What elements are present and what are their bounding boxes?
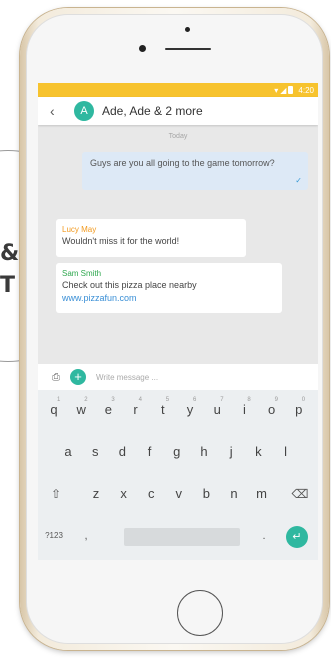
- keyboard-row-3: ⇧ ⌫ zxcvbnm: [38, 478, 318, 510]
- incoming-message[interactable]: Sam Smith Check out this pizza place nea…: [56, 263, 282, 313]
- key-z[interactable]: z: [84, 478, 108, 510]
- key-u[interactable]: u: [205, 394, 229, 426]
- key-g[interactable]: g: [165, 436, 189, 468]
- sender-name: Sam Smith: [62, 269, 102, 278]
- wifi-icon: ▾: [274, 85, 279, 95]
- status-time: 4:20: [298, 85, 314, 95]
- message-list: Today Guys are you all going to the game…: [38, 125, 318, 364]
- key-l[interactable]: l: [274, 436, 298, 468]
- conversation-header: ‹ A Ade, Ade & 2 more: [38, 97, 318, 125]
- message-text: Guys are you all going to the game tomor…: [90, 158, 275, 168]
- keyboard: q1 w2 e3 r4 t5 y6 u7 i8 o9 p0 asdfghjkl ⇧ ⌫ zxcvb…: [38, 390, 318, 560]
- key-hint-7: 7: [220, 397, 224, 403]
- key-k[interactable]: k: [246, 436, 270, 468]
- key-hint-5: 5: [165, 397, 170, 403]
- compose-bar: ⎙ + Write message ...: [38, 364, 318, 390]
- background-letter-ampersand: &: [0, 241, 20, 266]
- group-avatar[interactable]: A: [74, 101, 94, 121]
- key-hint-8: 8: [247, 397, 251, 403]
- keyboard-row-2: asdfghjkl: [38, 436, 318, 468]
- key-hint-0: 0: [301, 397, 306, 403]
- key-a[interactable]: a: [56, 436, 80, 468]
- message-text: Wouldn't miss it for the world!: [62, 236, 180, 246]
- date-divider: Today: [168, 133, 188, 140]
- status-icons: ▾ ◢ 4:20: [274, 85, 314, 95]
- message-link[interactable]: www.pizzafun.com: [62, 292, 276, 305]
- key-hint-6: 6: [193, 397, 197, 403]
- home-button[interactable]: [177, 590, 223, 636]
- attach-icon[interactable]: ⎙: [52, 372, 64, 383]
- message-text: Check out this pizza place nearby: [62, 280, 197, 290]
- keyboard-row-4: ?123 , . ↵: [38, 520, 318, 552]
- key-e[interactable]: e: [96, 394, 120, 426]
- signal-icon: ◢: [280, 85, 287, 95]
- conversation-title[interactable]: Ade, Ade & 2 more: [102, 104, 203, 118]
- proximity-sensor: [185, 27, 190, 32]
- key-j[interactable]: j: [219, 436, 243, 468]
- key-m[interactable]: m: [250, 478, 274, 510]
- key-p[interactable]: p: [287, 394, 311, 426]
- sender-name: Lucy May: [62, 225, 97, 234]
- outgoing-message[interactable]: Guys are you all going to the game tomor…: [82, 152, 308, 190]
- check-icon: ✓: [295, 176, 302, 185]
- key-o[interactable]: o: [260, 394, 284, 426]
- earpiece-speaker: [165, 48, 211, 50]
- key-hint-2: 2: [84, 397, 88, 403]
- key-d[interactable]: d: [110, 436, 134, 468]
- shift-icon[interactable]: ⇧: [44, 478, 68, 510]
- enter-icon[interactable]: ↵: [286, 526, 308, 548]
- key-f[interactable]: f: [138, 436, 162, 468]
- key-hint-9: 9: [274, 397, 278, 403]
- key-c[interactable]: c: [139, 478, 163, 510]
- keyboard-row-1: q1 w2 e3 r4 t5 y6 u7 i8 o9 p0: [38, 394, 318, 426]
- front-camera: [139, 45, 146, 52]
- key-hint-4: 4: [138, 397, 142, 403]
- key-r[interactable]: r: [124, 394, 148, 426]
- key-hint-3: 3: [111, 397, 115, 403]
- key-t[interactable]: t: [151, 394, 175, 426]
- phone-screen: ▾ ◢ 4:20 ‹ A Ade, Ade & 2 more Today Guy…: [38, 83, 318, 560]
- key-x[interactable]: x: [112, 478, 136, 510]
- message-input[interactable]: Write message ...: [96, 373, 158, 382]
- space-bar[interactable]: [124, 528, 240, 546]
- period-key[interactable]: .: [252, 520, 276, 552]
- key-hint-1: 1: [57, 397, 61, 403]
- background-letters: & T: [0, 238, 20, 302]
- key-b[interactable]: b: [194, 478, 218, 510]
- comma-key[interactable]: ,: [74, 520, 98, 552]
- key-v[interactable]: v: [167, 478, 191, 510]
- key-n[interactable]: n: [222, 478, 246, 510]
- key-q[interactable]: q: [42, 394, 66, 426]
- symbols-key[interactable]: ?123: [42, 520, 66, 552]
- stage: & T ▾ ◢ 4:20 ‹ A Ade, Ade & 2 more Today…: [0, 0, 331, 658]
- status-bar: ▾ ◢ 4:20: [38, 83, 318, 97]
- add-icon[interactable]: +: [70, 369, 86, 385]
- key-h[interactable]: h: [192, 436, 216, 468]
- battery-icon: [288, 86, 294, 94]
- incoming-message[interactable]: Lucy May Wouldn't miss it for the world!: [56, 219, 246, 257]
- background-letter-t: T: [0, 273, 16, 298]
- key-w[interactable]: w: [69, 394, 93, 426]
- key-y[interactable]: y: [178, 394, 202, 426]
- key-s[interactable]: s: [83, 436, 107, 468]
- backspace-icon[interactable]: ⌫: [288, 478, 312, 510]
- key-i[interactable]: i: [232, 394, 256, 426]
- back-arrow-icon[interactable]: ‹: [50, 97, 70, 125]
